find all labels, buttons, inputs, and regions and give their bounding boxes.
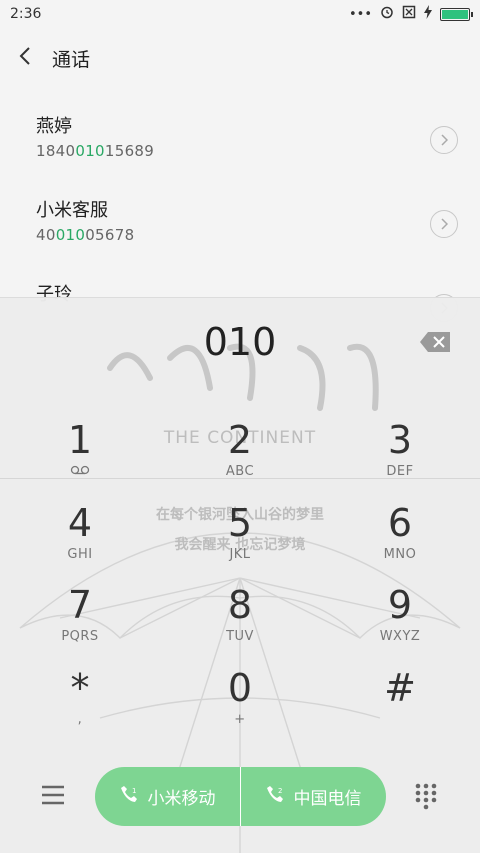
key-letters: ABC [225,464,255,479]
key-3[interactable]: 3 DEF [340,418,460,498]
page-title: 通话 [52,48,91,71]
call-button-sim1[interactable]: 1 小米移动 [95,767,240,826]
more-dots-icon: ••• [348,6,372,22]
key-letters: + [234,712,246,727]
contact-name: 小米客服 [36,200,108,221]
back-icon[interactable] [18,45,52,71]
key-number: 1 [67,418,93,462]
entered-digits: 010 [203,320,277,364]
dialpad-panel: THE CONTINENT 在每个银河坠入山谷的梦里 我会醒来 也忘记梦境 01… [0,297,480,853]
key-number: 4 [67,501,93,545]
key-star[interactable]: * , [20,666,140,746]
key-7[interactable]: 7 PQRS [20,583,140,663]
key-4[interactable]: 4 GHI [20,501,140,581]
key-number: # [384,666,416,710]
contact-result[interactable]: 燕婷 184001015689 [0,98,480,182]
key-8[interactable]: 8 TUV [180,583,300,663]
key-letters: WXYZ [379,629,421,644]
key-1[interactable]: 1 [20,418,140,498]
key-letters: DEF [386,464,414,479]
call-button-label: 中国电信 [293,789,362,809]
no-sim-icon [402,5,416,23]
detail-chevron-icon[interactable] [430,210,458,238]
contact-name: 燕婷 [36,116,72,137]
status-icons: ••• [348,5,473,23]
alarm-icon [380,5,394,23]
svg-text:2: 2 [278,787,282,795]
key-letters: PQRS [61,629,99,644]
key-number: * [70,666,90,710]
svg-text:1: 1 [132,787,136,795]
contact-result[interactable]: 小米客服 4001005678 [0,182,480,266]
phone-sim1-icon: 1 [120,785,138,808]
key-number: 2 [227,418,253,462]
status-bar: 2:36 ••• [0,0,480,28]
key-number: 8 [227,583,253,627]
key-letters: , [77,712,83,727]
key-number: 3 [387,418,413,462]
hide-dialpad-grid-icon[interactable] [414,782,438,810]
contact-number: 184001015689 [36,142,155,160]
key-0[interactable]: 0 + [180,666,300,746]
key-number: 9 [387,583,413,627]
battery-icon [440,7,473,21]
header: 通话 [0,36,480,80]
key-5[interactable]: 5 JKL [180,501,300,581]
key-2[interactable]: 2 ABC [180,418,300,498]
charging-icon [424,5,432,23]
key-number: 0 [227,666,253,710]
key-9[interactable]: 9 WXYZ [340,583,460,663]
key-number: 5 [227,501,253,545]
phone-sim2-icon: 2 [266,785,284,808]
key-6[interactable]: 6 MNO [340,501,460,581]
battery-level [442,9,468,19]
status-time: 2:36 [10,6,42,22]
key-letters: JKL [229,547,251,562]
key-letters: MNO [383,547,417,562]
key-number: 7 [67,583,93,627]
backspace-icon[interactable] [420,332,450,352]
menu-icon[interactable] [40,784,66,806]
key-hash[interactable]: # [340,666,460,746]
key-letters: TUV [226,629,254,644]
detail-chevron-icon[interactable] [430,126,458,154]
voicemail-icon [20,464,140,479]
key-letters: GHI [67,547,93,562]
key-number: 6 [387,501,413,545]
call-button-sim2[interactable]: 2 中国电信 [241,767,386,826]
contact-number: 4001005678 [36,226,135,244]
call-button-label: 小米移动 [147,789,216,809]
